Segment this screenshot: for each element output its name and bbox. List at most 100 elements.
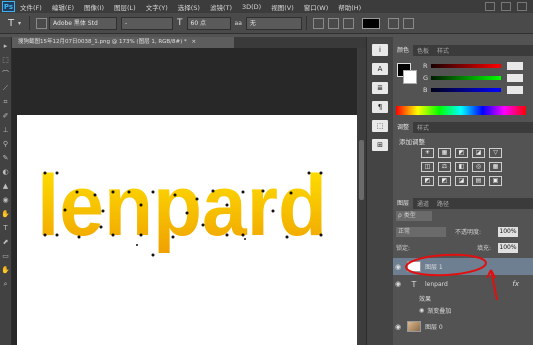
marquee-tool-icon[interactable]: ⬚ (1, 56, 10, 65)
maximize-button[interactable] (501, 2, 511, 11)
menu-edit[interactable]: 编辑(E) (47, 2, 79, 12)
eraser-tool-icon[interactable]: ▲ (1, 182, 10, 191)
hand-tool-icon[interactable]: ✋ (1, 266, 10, 275)
document-tab[interactable]: 搜狗截图15年12月07日0038_1.png @ 173% (图层 1, RG… (12, 37, 234, 48)
tab-styles[interactable]: 样式 (433, 46, 453, 55)
text-color-swatch[interactable] (361, 17, 380, 29)
character-panel-icon[interactable] (402, 17, 414, 29)
adjustment-icons: ☀ ▦ ◩ ◪ ▽ ◫ ⚖ ◧ ◎ ▦ ◩ ◩ ◪ ▤ ▣ (393, 144, 533, 186)
menu-file[interactable]: 文件(F) (15, 2, 47, 12)
magic-wand-tool-icon[interactable]: ⟋ (1, 84, 10, 93)
opacity-field[interactable]: 100% (498, 227, 518, 237)
tab-layers[interactable]: 图层 (393, 198, 414, 209)
align-left-icon[interactable] (312, 17, 324, 29)
color-balance-icon[interactable]: ⚖ (438, 162, 451, 172)
menu-type[interactable]: 文字(Y) (141, 2, 173, 12)
history-brush-tool-icon[interactable]: ◐ (1, 168, 10, 177)
black-white-icon[interactable]: ◧ (455, 162, 468, 172)
font-family-select[interactable]: Adobe 黑体 Std (49, 16, 118, 30)
scrollbar-thumb[interactable] (359, 140, 364, 200)
tab-swatches[interactable]: 色板 (413, 46, 433, 55)
color-spectrum-bar[interactable] (396, 106, 526, 115)
layer-row-background[interactable]: ◉ 图层 0 (393, 318, 533, 335)
menu-window[interactable]: 窗口(W) (299, 2, 334, 12)
menu-3d[interactable]: 3D(D) (237, 3, 266, 11)
move-tool-icon[interactable]: ▸ (1, 42, 10, 51)
font-size-select[interactable]: 60 点 (186, 16, 231, 30)
document-canvas[interactable]: lenpard (17, 115, 357, 345)
blue-channel-label: B (423, 86, 428, 94)
close-window-button[interactable] (517, 2, 527, 11)
brightness-icon[interactable]: ☀ (421, 148, 434, 158)
paragraph-icon[interactable]: ¶ (372, 101, 388, 113)
history-icon[interactable]: ⬚ (372, 120, 388, 132)
blue-slider[interactable] (431, 88, 501, 92)
curves-icon[interactable]: ◩ (455, 148, 468, 158)
type-tool-icon[interactable]: T (1, 224, 10, 233)
close-tab-icon[interactable]: × (192, 39, 197, 45)
lasso-tool-icon[interactable]: ⌒ (1, 70, 10, 79)
background-color-swatch[interactable] (403, 70, 417, 84)
minimize-button[interactable] (485, 2, 495, 11)
hue-saturation-icon[interactable]: ◫ (421, 162, 434, 172)
exposure-icon[interactable]: ◪ (472, 148, 485, 158)
font-size-icon: T (177, 18, 183, 28)
eyedropper-tool-icon[interactable]: ✐ (1, 112, 10, 121)
tab-adjustments[interactable]: 调整 (393, 122, 414, 133)
paragraph-styles-icon[interactable]: ≣ (372, 82, 388, 94)
layer-filter-select[interactable]: ρ 类型 (396, 211, 432, 221)
menu-layer[interactable]: 图层(L) (109, 2, 141, 12)
channel-mixer-icon[interactable]: ▦ (489, 162, 502, 172)
document-tab-title: 搜狗截图15年12月07日0038_1.png @ 173% (图层 1, RG… (18, 39, 187, 45)
green-value-field[interactable] (507, 74, 523, 82)
red-slider[interactable] (431, 64, 501, 68)
type-tool-icon[interactable]: T (4, 18, 18, 29)
menu-filter[interactable]: 滤镜(T) (205, 2, 237, 12)
photo-filter-icon[interactable]: ◎ (472, 162, 485, 172)
dodge-tool-icon[interactable]: ✋ (1, 210, 10, 219)
menu-select[interactable]: 选择(S) (173, 2, 205, 12)
menu-bar: Ps 文件(F) 编辑(E) 图像(I) 图层(L) 文字(Y) 选择(S) 滤… (0, 0, 533, 13)
antialias-select[interactable]: 无 (245, 16, 302, 30)
gradient-map-icon[interactable]: ▤ (472, 176, 485, 186)
crop-tool-icon[interactable]: ⌗ (1, 98, 10, 107)
gradient-tool-icon[interactable]: ◉ (1, 196, 10, 205)
path-select-tool-icon[interactable]: ⬈ (1, 238, 10, 247)
align-center-icon[interactable] (327, 17, 339, 29)
posterize-icon[interactable]: ◩ (438, 176, 451, 186)
zoom-tool-icon[interactable]: ⌕ (1, 280, 10, 289)
tab-channels[interactable]: 通道 (413, 199, 433, 208)
menu-image[interactable]: 图像(I) (79, 2, 109, 12)
visibility-eye-icon[interactable]: ◉ (393, 323, 403, 331)
green-slider[interactable] (431, 76, 501, 80)
levels-icon[interactable]: ▦ (438, 148, 451, 158)
navigator-icon[interactable]: ⊞ (372, 139, 388, 151)
selective-color-icon[interactable]: ▣ (489, 176, 502, 186)
options-bar: T ▾ Adobe 黑体 Std - T 60 点 aa 无 (0, 13, 533, 34)
layer-name: 图层 0 (425, 324, 443, 331)
stamp-tool-icon[interactable]: ✎ (1, 154, 10, 163)
menu-help[interactable]: 帮助(H) (333, 2, 366, 12)
brush-tool-icon[interactable]: ⚲ (1, 140, 10, 149)
lenpard-text[interactable]: lenpard (37, 158, 327, 254)
blue-value-field[interactable] (507, 86, 523, 94)
font-style-select[interactable]: - (121, 16, 174, 30)
align-right-icon[interactable] (342, 17, 354, 29)
character-icon[interactable]: A (372, 63, 388, 75)
menu-view[interactable]: 视图(V) (266, 2, 299, 12)
info-icon[interactable]: i (372, 44, 388, 56)
tab-paths[interactable]: 路径 (433, 199, 453, 208)
shape-tool-icon[interactable]: ▭ (1, 252, 10, 261)
threshold-icon[interactable]: ◪ (455, 176, 468, 186)
tab-color[interactable]: 颜色 (393, 45, 414, 56)
healing-tool-icon[interactable]: ⊥ (1, 126, 10, 135)
vibrance-icon[interactable]: ▽ (489, 148, 502, 158)
invert-icon[interactable]: ◩ (421, 176, 434, 186)
dropdown-arrow-icon[interactable]: ▾ (18, 20, 21, 27)
red-value-field[interactable] (507, 62, 523, 70)
text-orientation-icon[interactable] (36, 17, 48, 29)
green-channel-label: G (423, 74, 429, 82)
blend-mode-select[interactable]: 正常 (396, 227, 446, 237)
tab-adjust-styles[interactable]: 样式 (413, 123, 433, 132)
warp-text-icon[interactable] (387, 17, 399, 29)
